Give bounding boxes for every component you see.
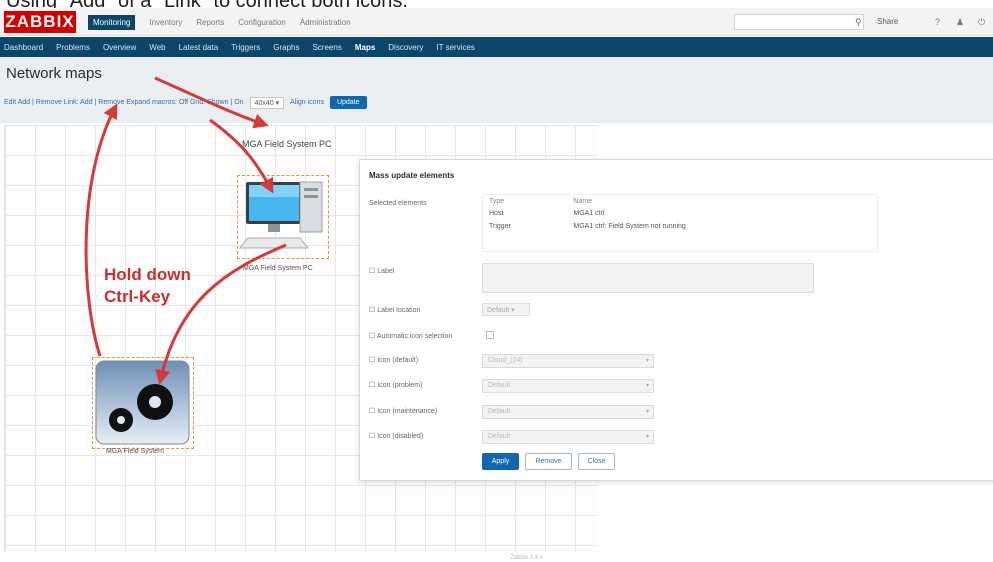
icon-disabled-label[interactable]: ☐ Icon (disabled) [369, 432, 423, 440]
icon-maintenance-label[interactable]: ☐ Icon (maintenance) [369, 407, 437, 415]
label-field-text: Label [377, 268, 395, 275]
icon-default-select[interactable]: Cloud_(24) ▾ [482, 354, 654, 368]
chevron-down-icon: ▾ [645, 434, 649, 440]
arrow-to-toolbar-second [154, 76, 269, 129]
icon-default-label[interactable]: ☐ Icon (default) [369, 356, 418, 364]
label-location-text: Label location [377, 307, 421, 314]
chevron-down-icon: ▾ [645, 383, 649, 389]
label-textarea[interactable] [482, 263, 814, 293]
auto-icon-label[interactable]: ☐ Automatic icon selection [369, 332, 452, 340]
icon-disabled-text: Icon (disabled) [377, 433, 424, 440]
dialog-title: Mass update elements [369, 171, 455, 180]
label-field-label[interactable]: ☐ Label [369, 267, 394, 275]
apply-button[interactable]: Apply [482, 453, 519, 470]
row-type: Trigger [489, 223, 511, 230]
selected-elements-table: Type Name Host MGA1 ctrl Trigger MGA1 ct… [482, 194, 878, 252]
row-name: MGA1 ctrl: Field System not running [573, 223, 686, 230]
column-type: Type [489, 197, 505, 205]
footer-version: Zabbix 3.4.x [510, 555, 543, 561]
auto-icon-checkbox[interactable] [486, 331, 494, 339]
selected-elements-label: Selected elements [369, 200, 427, 207]
icon-disabled-value: Default [488, 433, 511, 440]
close-button[interactable]: Close [578, 453, 615, 470]
arrow-to-pc [209, 118, 274, 194]
icon-problem-select[interactable]: Default ▾ [482, 379, 654, 393]
column-name: Name [573, 197, 593, 205]
row-name: MGA1 ctrl [573, 210, 605, 217]
label-location-select[interactable]: Default ▾ [482, 303, 530, 316]
mass-update-dialog: Mass update elements Selected elements T… [359, 159, 993, 481]
chevron-down-icon: ▾ [645, 358, 649, 364]
table-row: Host MGA1 ctrl [483, 207, 877, 220]
icon-problem-value: Default [488, 382, 511, 389]
icon-problem-text: Icon (problem) [377, 382, 423, 389]
chevron-down-icon: ▾ [645, 409, 649, 415]
auto-icon-text: Automatic icon selection [376, 333, 453, 340]
icon-default-text: Icon (default) [377, 357, 419, 364]
icon-maintenance-value: Default [488, 408, 511, 415]
table-row: Trigger MGA1 ctrl: Field System not runn… [483, 220, 877, 233]
label-location-label[interactable]: ☐ Label location [369, 306, 420, 314]
arrow-to-toolbar [84, 103, 118, 357]
row-type: Host [489, 210, 504, 217]
icon-maintenance-text: Icon (maintenance) [377, 408, 438, 415]
icon-disabled-select[interactable]: Default ▾ [482, 430, 654, 444]
remove-button[interactable]: Remove [525, 453, 572, 470]
arrow-to-system [155, 243, 287, 385]
icon-default-value: Cloud_(24) [488, 357, 523, 364]
icon-problem-label[interactable]: ☐ Icon (problem) [369, 381, 422, 389]
label-location-value: Default [487, 307, 510, 314]
icon-maintenance-select[interactable]: Default ▾ [482, 405, 654, 419]
